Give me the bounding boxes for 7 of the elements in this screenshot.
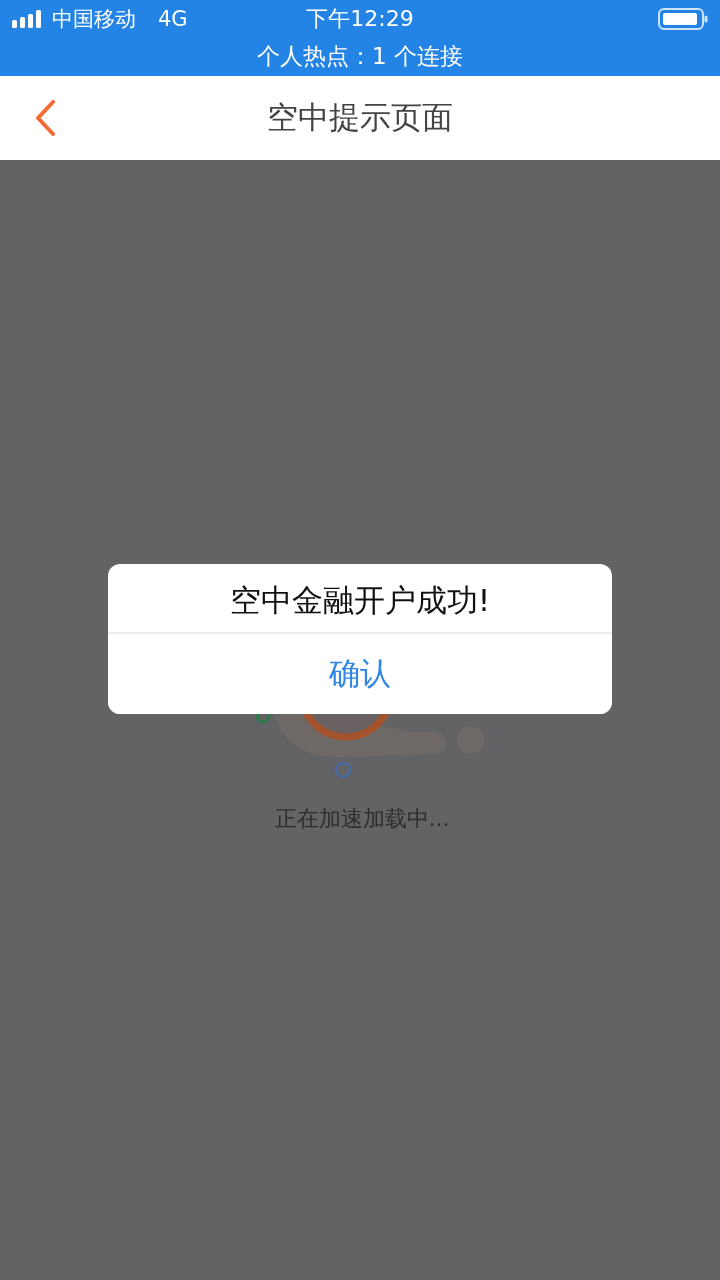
clock-time: 下午12:29 [306, 5, 414, 33]
network-type: 4G [158, 7, 188, 31]
carrier-name: 中国移动 [52, 6, 136, 33]
signal-icon [12, 10, 44, 28]
page-title: 空中提示页面 [266, 98, 454, 137]
battery-icon [658, 8, 708, 30]
hotspot-status: 个人热点：1 个连接 [257, 42, 463, 71]
